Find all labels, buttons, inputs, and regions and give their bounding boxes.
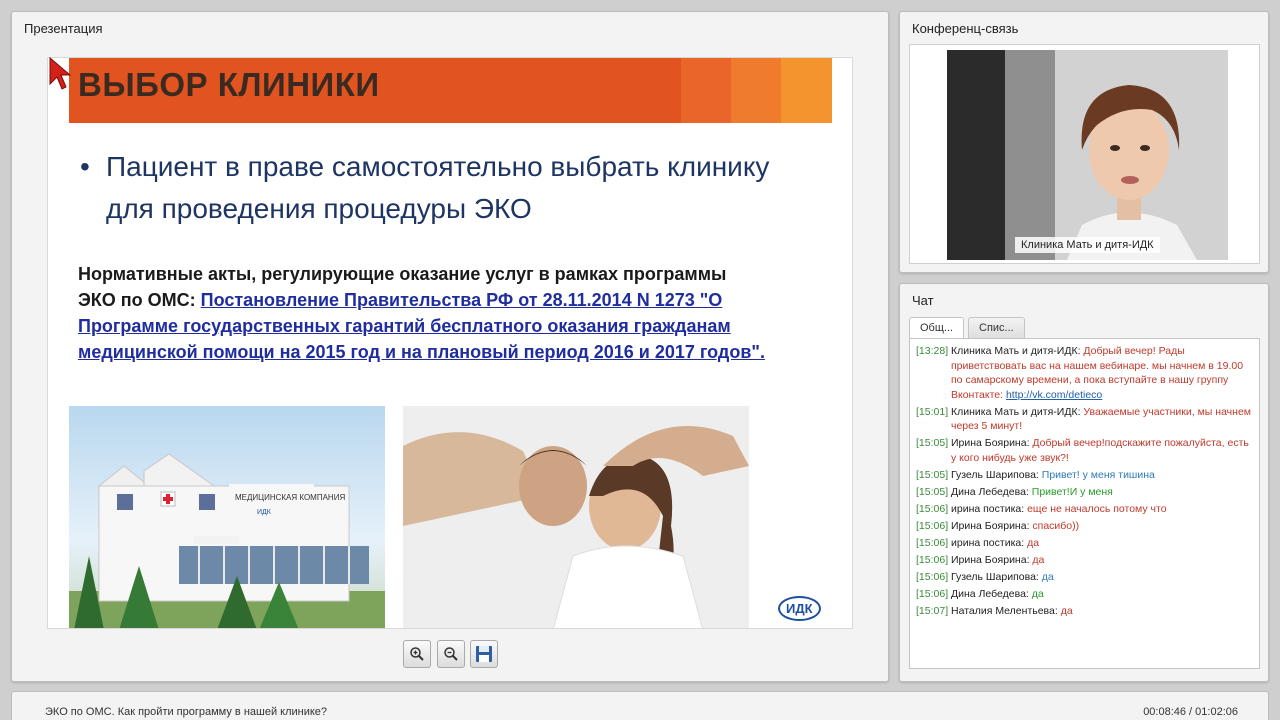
presentation-panel-title: Презентация [24, 21, 103, 36]
couple-illustration [403, 406, 749, 628]
slide-bullet: • Пациент в праве самостоятельно выбрать… [80, 146, 780, 230]
chat-message-author: Гузель Шарипова: [951, 468, 1039, 481]
chat-message: [15:06] Ирина Боярина: спасибо)) [916, 519, 1253, 534]
chat-message-author: ирина постика: [951, 502, 1025, 515]
chat-message-time: [15:05] [916, 468, 949, 481]
chat-message-body: Гузель Шарипова: да [951, 570, 1253, 585]
slide-paragraph: Нормативные акты, регулирующие оказание … [78, 261, 768, 365]
building-sign-text: МЕДИЦИНСКАЯ КОМПАНИЯ [235, 493, 345, 502]
chat-message-author: Клиника Мать и дитя-ИДК: [951, 405, 1081, 418]
bullet-dot: • [80, 151, 90, 182]
video-conference-panel: Конференц-связь Клиника Мать и дитя-ИДК [899, 11, 1269, 273]
playback-time: 00:08:46 / 01:02:06 [1143, 706, 1238, 718]
slide-header: ВЫБОР КЛИНИКИ [69, 58, 832, 123]
slide: ВЫБОР КЛИНИКИ • Пациент в праве самостоя… [47, 57, 853, 629]
tab-participants-list[interactable]: Спис... [968, 317, 1025, 338]
chat-message: [15:05] Ирина Боярина: Добрый вечер!подск… [916, 436, 1253, 465]
slide-title: ВЫБОР КЛИНИКИ [78, 66, 380, 103]
chat-message-author: Ирина Боярина: [951, 437, 1030, 449]
chat-message-body: Ирина Боярина: да [951, 553, 1253, 568]
chat-message-time: [15:01] [916, 405, 949, 418]
couple-photo [403, 406, 749, 628]
chat-messages[interactable]: [13:28] Клиника Мать и дитя-ИДК: Добрый в… [909, 338, 1260, 669]
chat-message-time: [15:07] [916, 604, 949, 617]
chat-message: [15:01] Клиника Мать и дитя-ИДК: Уважаемы… [916, 405, 1253, 434]
chat-message-link[interactable]: http://vk.com/detieco [1006, 389, 1102, 401]
chat-panel: Чат Общ... Спис... [13:28] Клиника Мать и… [899, 283, 1269, 682]
chat-message-text: да [1031, 587, 1044, 600]
chat-message-body: Клиника Мать и дитя-ИДК: Уважаемые участ… [951, 405, 1253, 434]
zoom-in-icon [410, 647, 424, 661]
chat-message-time: [15:06] [916, 519, 949, 532]
chat-message: [15:06] Дина Лебедева: да [916, 587, 1253, 602]
save-button[interactable] [470, 640, 498, 668]
tab-general[interactable]: Общ... [909, 317, 965, 339]
webinar-title: ЭКО по ОМС. Как пройти программу в нашей… [45, 706, 328, 718]
chat-panel-title: Чат [912, 293, 934, 308]
chat-message-time: [15:06] [916, 587, 949, 600]
pointer-cursor-icon [49, 56, 72, 90]
chat-message-body: Наталия Мелентьева: да [951, 604, 1253, 619]
clinic-building-image: МЕДИЦИНСКАЯ КОМПАНИЯ ИДК [69, 406, 385, 628]
chat-message-body: ирина постика: да [951, 536, 1253, 551]
chat-message: [15:06] ирина постика: еще не началось по… [916, 502, 1253, 517]
chat-message: [15:06] ирина постика: да [916, 536, 1253, 551]
chat-message-text: да [1027, 536, 1040, 549]
chat-message-time: [15:06] [916, 536, 949, 549]
zoom-out-icon [444, 647, 458, 661]
chat-message-time: [15:06] [916, 553, 949, 566]
chat-message-author: Наталия Мелентьева: [951, 604, 1058, 617]
chat-message-body: ирина постика: еще не началось потому чт… [951, 502, 1253, 517]
slide-bullet-text: Пациент в праве самостоятельно выбрать к… [106, 151, 770, 224]
idk-logo: ИДК [778, 596, 821, 621]
chat-message-time: [15:05] [916, 485, 949, 498]
chat-message-text: Привет! у меня тишина [1041, 468, 1155, 481]
video-container: Клиника Мать и дитя-ИДК [909, 44, 1260, 264]
chat-message-text: Привет!И у меня [1031, 485, 1113, 498]
video-feed[interactable]: Клиника Мать и дитя-ИДК [947, 50, 1228, 260]
chat-message-body: Клиника Мать и дитя-ИДК: Добрый вечер! Р… [951, 344, 1253, 402]
chat-message-body: Дина Лебедева: Привет!И у меня [951, 485, 1253, 500]
chat-message-body: Дина Лебедева: да [951, 587, 1253, 602]
chat-message-time: [15:06] [916, 502, 949, 515]
chat-message-author: Ирина Боярина: [951, 519, 1030, 532]
chat-message-text: еще не началось потому что [1027, 502, 1167, 515]
chat-message-body: Ирина Боярина: спасибо)) [951, 519, 1253, 534]
zoom-in-button[interactable] [403, 640, 431, 668]
chat-message: [15:05] Дина Лебедева: Привет!И у меня [916, 485, 1253, 500]
chat-message: [15:06] Ирина Боярина: да [916, 553, 1253, 568]
chat-message-author: Гузель Шарипова: [951, 570, 1039, 583]
chat-message: [15:06] Гузель Шарипова: да [916, 570, 1253, 585]
building-sign-logo: ИДК [257, 509, 272, 516]
chat-message: [15:05] Гузель Шарипова: Привет! у меня т… [916, 468, 1253, 483]
chat-message: [13:28] Клиника Мать и дитя-ИДК: Добрый в… [916, 344, 1253, 402]
chat-message-author: ирина постика: [951, 536, 1025, 549]
chat-message-text: да [1060, 604, 1073, 617]
chat-message-body: Гузель Шарипова: Привет! у меня тишина [951, 468, 1253, 483]
chat-message-author: Дина Лебедева: [951, 587, 1029, 600]
chat-message-text: спасибо)) [1032, 519, 1080, 532]
presentation-panel: Презентация ВЫБОР КЛИНИКИ • Пациент в пр… [11, 11, 889, 682]
presenter-video-frame [947, 50, 1197, 260]
clinic-building-illustration: МЕДИЦИНСКАЯ КОМПАНИЯ ИДК [69, 453, 385, 628]
chat-message-time: [15:05] [916, 437, 949, 449]
zoom-out-button[interactable] [437, 640, 465, 668]
save-icon [476, 646, 492, 662]
chat-message: [15:07] Наталия Мелентьева: да [916, 604, 1253, 619]
chat-message-time: [15:06] [916, 570, 949, 583]
chat-message-time: [13:28] [916, 345, 949, 357]
chat-message-text: да [1032, 553, 1045, 566]
chat-message-author: Клиника Мать и дитя-ИДК: [951, 345, 1081, 357]
chat-message-author: Ирина Боярина: [951, 553, 1030, 566]
video-panel-title: Конференц-связь [912, 21, 1019, 36]
video-label: Клиника Мать и дитя-ИДК [1015, 237, 1160, 253]
chat-message-body: Ирина Боярина: Добрый вечер!подскажите п… [951, 436, 1253, 465]
chat-message-text: да [1041, 570, 1054, 583]
bottom-bar: ЭКО по ОМС. Как пройти программу в нашей… [11, 691, 1269, 720]
chat-message-author: Дина Лебедева: [951, 485, 1029, 498]
